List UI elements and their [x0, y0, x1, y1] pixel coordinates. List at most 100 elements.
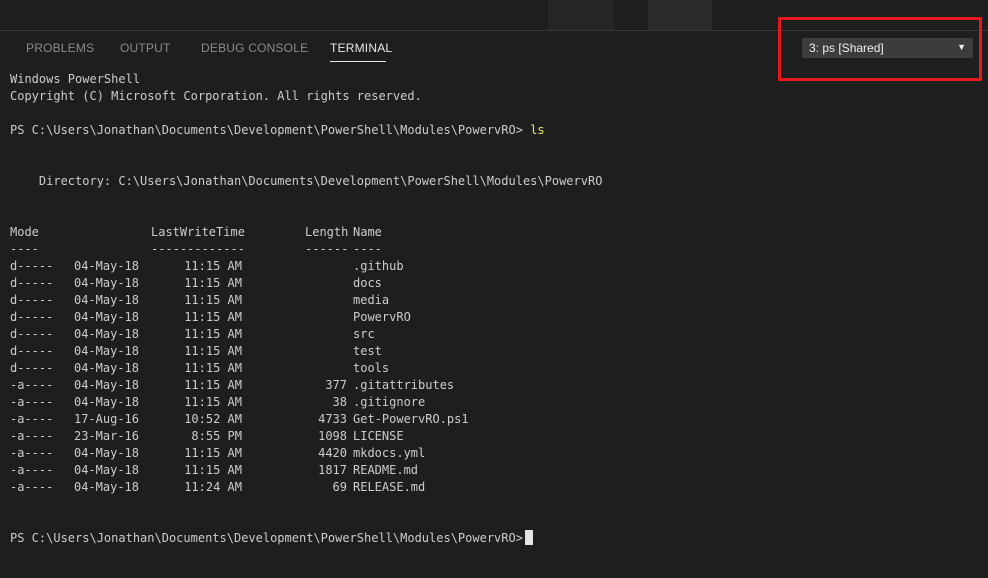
- cell-mode: -a----: [10, 446, 54, 460]
- divider-length: ------: [305, 242, 349, 256]
- final-prompt-line: PS C:\Users\Jonathan\Documents\Developme…: [10, 530, 980, 547]
- cell-mode: d-----: [10, 293, 54, 307]
- tab-terminal[interactable]: TERMINAL: [330, 41, 392, 55]
- cell-date: 04-May-18: [73, 446, 139, 460]
- listing-row: -a---- 23-Mar-16 8:55 PM 1098 LICENSE: [10, 428, 980, 445]
- cell-time: 11:15 AM: [184, 463, 242, 477]
- cell-length: 4420: [318, 446, 347, 460]
- header-length: Length: [305, 225, 349, 239]
- cell-name: RELEASE.md: [353, 480, 426, 494]
- cell-mode: -a----: [10, 378, 54, 392]
- command-text: ls: [530, 123, 545, 137]
- cell-length: 377: [325, 378, 347, 392]
- directory-line: Directory: C:\Users\Jonathan\Documents\D…: [10, 174, 603, 188]
- cell-name: .github: [353, 259, 404, 273]
- divider-lastwritetime: -------------: [151, 242, 245, 256]
- listing-row: d----- 04-May-18 11:15 AM tools: [10, 360, 980, 377]
- cell-mode: -a----: [10, 463, 54, 477]
- divider-mode: ----: [10, 242, 39, 256]
- cell-date: 04-May-18: [73, 276, 139, 290]
- cell-time: 11:15 AM: [184, 378, 242, 392]
- listing-row: d----- 04-May-18 11:15 AM docs: [10, 275, 980, 292]
- header-name: Name: [353, 225, 382, 239]
- header-lastwritetime: LastWriteTime: [151, 225, 245, 239]
- cell-name: .gitattributes: [353, 378, 455, 392]
- cell-mode: d-----: [10, 361, 54, 375]
- active-tab-indicator: [330, 61, 386, 62]
- listing-row: d----- 04-May-18 11:15 AM media: [10, 292, 980, 309]
- cell-time: 10:52 AM: [184, 412, 242, 426]
- cell-mode: -a----: [10, 395, 54, 409]
- cell-name: LICENSE: [353, 429, 404, 443]
- listing-row: -a---- 04-May-18 11:15 AM 38 .gitignore: [10, 394, 980, 411]
- cell-name: tools: [353, 361, 390, 375]
- cell-time: 11:15 AM: [184, 344, 242, 358]
- cell-date: 04-May-18: [73, 463, 139, 477]
- cell-time: 11:15 AM: [184, 361, 242, 375]
- cell-date: 04-May-18: [73, 395, 139, 409]
- cell-mode: -a----: [10, 429, 54, 443]
- cell-name: test: [353, 344, 382, 358]
- banner-line: Copyright (C) Microsoft Corporation. All…: [10, 89, 422, 103]
- banner-line: Windows PowerShell: [10, 72, 141, 86]
- cell-time: 11:15 AM: [184, 293, 242, 307]
- cell-length: 38: [332, 395, 347, 409]
- cell-name: Get-PowervRO.ps1: [353, 412, 469, 426]
- cell-length: 69: [332, 480, 347, 494]
- listing-divider-row: ---- ------------- ------ ----: [10, 241, 980, 258]
- cell-date: 04-May-18: [73, 361, 139, 375]
- cell-time: 11:15 AM: [184, 276, 242, 290]
- cell-date: 04-May-18: [73, 378, 139, 392]
- editor-shape: [548, 0, 614, 30]
- cell-date: 04-May-18: [73, 293, 139, 307]
- cell-time: 11:15 AM: [184, 259, 242, 273]
- cell-mode: -a----: [10, 480, 54, 494]
- tab-debug-console[interactable]: DEBUG CONSOLE: [201, 41, 308, 55]
- listing-rows: d----- 04-May-18 11:15 AM .github d----- 04-M…: [10, 258, 980, 496]
- cell-time: 11:15 AM: [184, 395, 242, 409]
- listing-row: d----- 04-May-18 11:15 AM .github: [10, 258, 980, 275]
- terminal-output[interactable]: Windows PowerShell Copyright (C) Microso…: [10, 71, 980, 547]
- cell-time: 8:55 PM: [191, 429, 242, 443]
- cell-name: docs: [353, 276, 382, 290]
- listing-row: -a---- 04-May-18 11:15 AM 1817 README.md: [10, 462, 980, 479]
- listing-row: d----- 04-May-18 11:15 AM src: [10, 326, 980, 343]
- cell-date: 23-Mar-16: [73, 429, 139, 443]
- cell-mode: d-----: [10, 327, 54, 341]
- cell-length: 1098: [318, 429, 347, 443]
- cell-length: 1817: [318, 463, 347, 477]
- prompt-line: PS C:\Users\Jonathan\Documents\Developme…: [10, 122, 980, 139]
- tab-problems[interactable]: PROBLEMS: [26, 41, 94, 55]
- tab-output[interactable]: OUTPUT: [120, 41, 171, 55]
- cell-date: 04-May-18: [73, 259, 139, 273]
- listing-row: -a---- 04-May-18 11:15 AM 377 .gitattributes: [10, 377, 980, 394]
- cell-name: PowervRO: [353, 310, 411, 324]
- divider-name: ----: [353, 242, 382, 256]
- cell-date: 04-May-18: [73, 327, 139, 341]
- cell-mode: d-----: [10, 259, 54, 273]
- cell-time: 11:15 AM: [184, 327, 242, 341]
- cell-mode: -a----: [10, 412, 54, 426]
- cell-date: 04-May-18: [73, 480, 139, 494]
- cell-date: 17-Aug-16: [73, 412, 139, 426]
- cell-date: 04-May-18: [73, 344, 139, 358]
- cell-time: 11:24 AM: [184, 480, 242, 494]
- cell-mode: d-----: [10, 276, 54, 290]
- text-cursor: [524, 530, 533, 545]
- cell-name: src: [353, 327, 375, 341]
- prompt-text: PS C:\Users\Jonathan\Documents\Developme…: [10, 123, 523, 137]
- listing-row: -a---- 17-Aug-16 10:52 AM 4733 Get-PowervRO.…: [10, 411, 980, 428]
- cell-name: .gitignore: [353, 395, 426, 409]
- cell-time: 11:15 AM: [184, 446, 242, 460]
- cell-name: mkdocs.yml: [353, 446, 426, 460]
- cell-name: README.md: [353, 463, 419, 477]
- cell-mode: d-----: [10, 344, 54, 358]
- cell-mode: d-----: [10, 310, 54, 324]
- listing-row: d----- 04-May-18 11:15 AM test: [10, 343, 980, 360]
